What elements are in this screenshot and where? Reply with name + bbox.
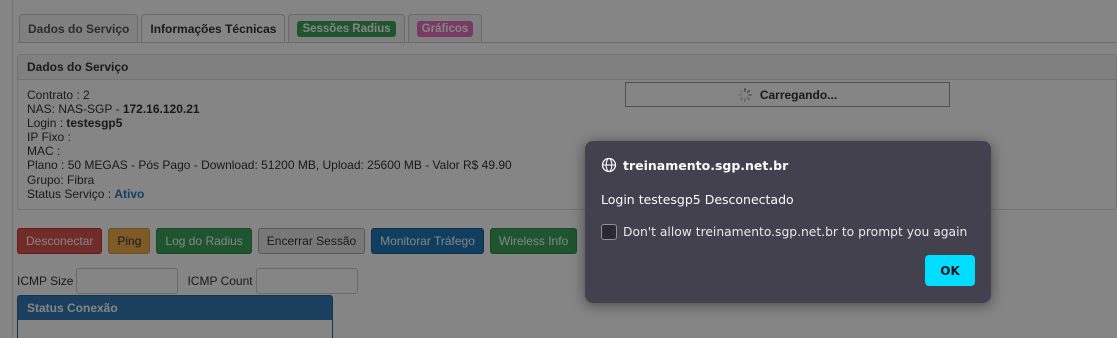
ok-button[interactable]: OK bbox=[925, 255, 975, 286]
dialog-message: Login testesgp5 Desconectado bbox=[601, 192, 794, 207]
dont-allow-label: Don't allow treinamento.sgp.net.br to pr… bbox=[623, 225, 968, 239]
dialog-header: treinamento.sgp.net.br bbox=[601, 157, 788, 173]
dont-allow-checkbox[interactable] bbox=[601, 224, 617, 240]
globe-icon bbox=[601, 157, 617, 173]
prompt-dialog: treinamento.sgp.net.br Login testesgp5 D… bbox=[585, 141, 991, 303]
dont-allow-option: Don't allow treinamento.sgp.net.br to pr… bbox=[601, 224, 967, 240]
dialog-host: treinamento.sgp.net.br bbox=[623, 157, 789, 173]
